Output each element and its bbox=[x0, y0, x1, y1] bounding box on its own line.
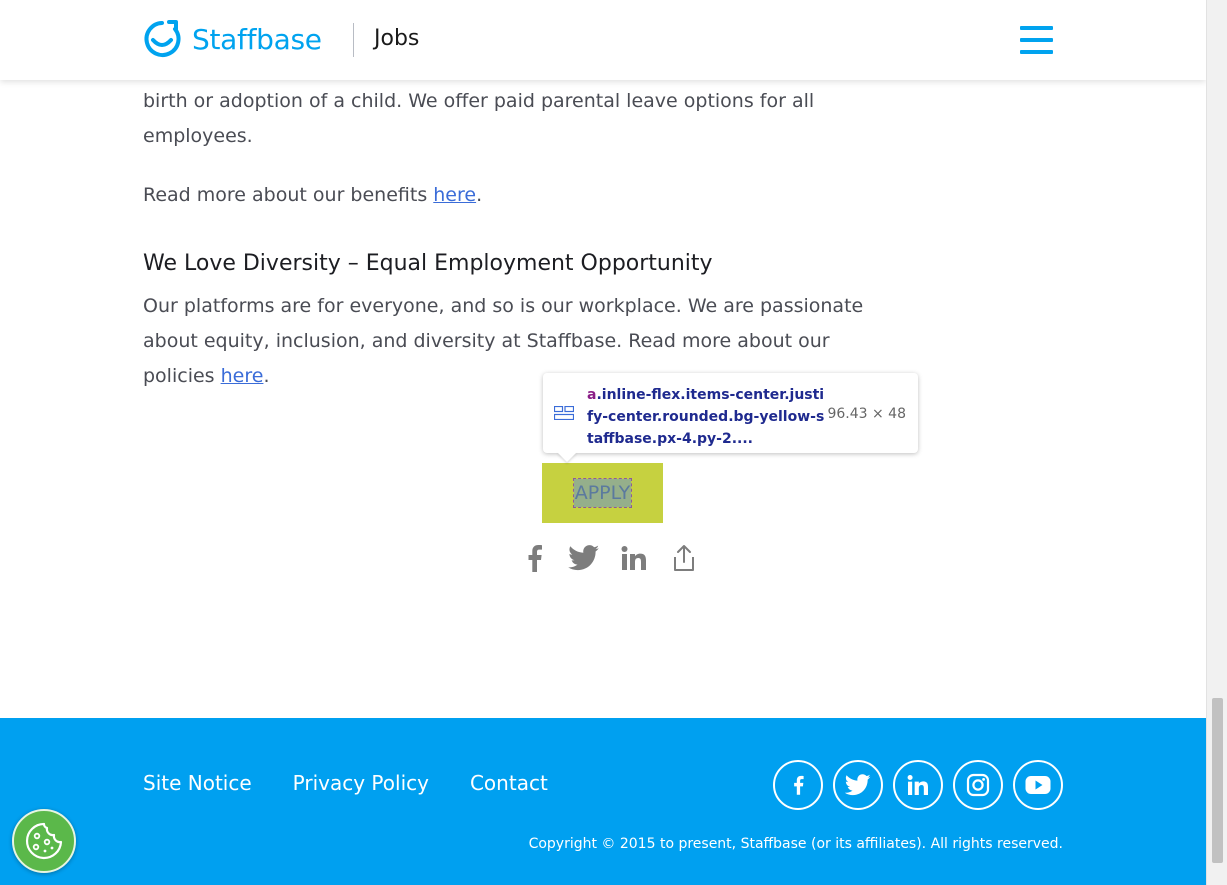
footer-facebook-icon[interactable] bbox=[773, 760, 823, 810]
tooltip-arrow bbox=[557, 452, 577, 462]
linkedin-icon[interactable] bbox=[612, 540, 656, 576]
element-classes: .inline-flex.items-center.justify-center… bbox=[587, 387, 825, 447]
header-divider bbox=[353, 23, 354, 57]
page: Staffbase Jobs birth or adoption of a ch… bbox=[0, 0, 1206, 885]
job-description: birth or adoption of a child. We offer p… bbox=[143, 84, 903, 394]
element-dimensions: 96.43 × 48 bbox=[827, 406, 906, 422]
diversity-heading: We Love Diversity – Equal Employment Opp… bbox=[143, 251, 713, 276]
brand-name: Staffbase bbox=[192, 22, 322, 56]
scrollbar-thumb[interactable] bbox=[1212, 698, 1223, 863]
share-row bbox=[512, 540, 712, 576]
twitter-icon[interactable] bbox=[562, 540, 606, 576]
menu-bar-icon bbox=[1020, 38, 1053, 42]
page-scrollbar[interactable] bbox=[1206, 0, 1227, 885]
policies-link[interactable]: here bbox=[221, 365, 264, 387]
footer-twitter-icon[interactable] bbox=[833, 760, 883, 810]
section-title: Jobs bbox=[374, 26, 420, 51]
menu-bar-icon bbox=[1020, 26, 1053, 30]
hamburger-menu-button[interactable] bbox=[1020, 26, 1054, 54]
menu-bar-icon bbox=[1020, 50, 1053, 54]
benefits-text: Read more about our benefits bbox=[143, 184, 434, 206]
policies-suffix: . bbox=[263, 365, 270, 387]
element-selector: a.inline-flex.items-center.justify-cente… bbox=[587, 384, 827, 450]
share-icon[interactable] bbox=[662, 540, 706, 576]
footer-social-links bbox=[773, 760, 1073, 810]
site-footer: Site Notice Privacy Policy Contact Copyr… bbox=[0, 718, 1206, 885]
footer-instagram-icon[interactable] bbox=[953, 760, 1003, 810]
devtools-inspect-tooltip: a.inline-flex.items-center.justify-cente… bbox=[543, 373, 918, 462]
parental-leave-text: birth or adoption of a child. We offer p… bbox=[143, 90, 815, 147]
footer-linkedin-icon[interactable] bbox=[893, 760, 943, 810]
flex-layout-icon bbox=[554, 406, 574, 420]
benefits-paragraph: Read more about our benefits here. bbox=[143, 178, 903, 213]
facebook-icon[interactable] bbox=[512, 540, 556, 576]
apply-button[interactable]: APPLY bbox=[542, 463, 663, 523]
benefits-suffix: . bbox=[476, 184, 483, 206]
apply-button-label: APPLY bbox=[572, 478, 633, 508]
staffbase-logo[interactable]: Staffbase bbox=[142, 19, 322, 59]
cookie-settings-button[interactable] bbox=[12, 809, 76, 873]
footer-links: Site Notice Privacy Policy Contact bbox=[143, 771, 589, 795]
cookie-icon bbox=[25, 822, 63, 860]
copyright-text: Copyright © 2015 to present, Staffbase (… bbox=[528, 836, 1063, 852]
staffbase-logo-icon bbox=[144, 20, 181, 57]
privacy-policy-link[interactable]: Privacy Policy bbox=[293, 771, 429, 795]
footer-youtube-icon[interactable] bbox=[1013, 760, 1063, 810]
contact-link[interactable]: Contact bbox=[470, 771, 548, 795]
site-header: Staffbase Jobs bbox=[0, 0, 1206, 80]
site-notice-link[interactable]: Site Notice bbox=[143, 771, 252, 795]
benefits-link[interactable]: here bbox=[433, 184, 476, 206]
